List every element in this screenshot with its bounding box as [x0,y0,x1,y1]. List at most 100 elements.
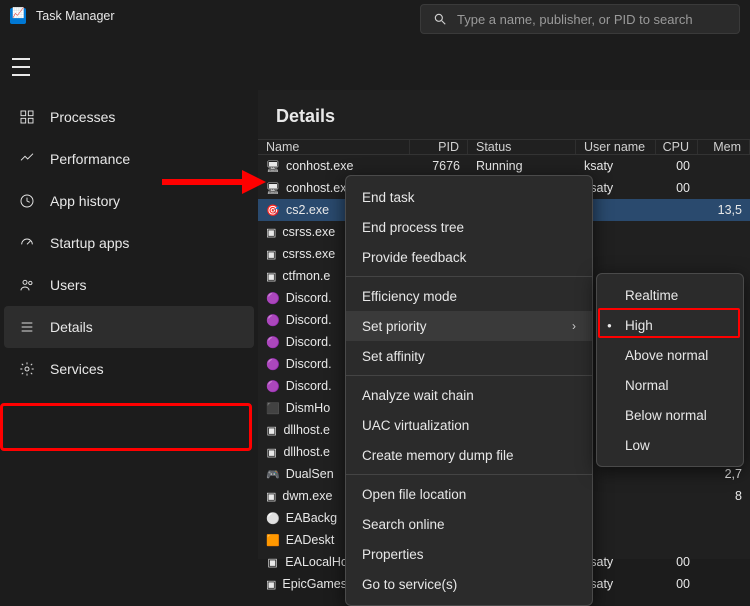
cell-name: conhost.exe [286,181,353,195]
search-placeholder: Type a name, publisher, or PID to search [457,12,693,27]
context-menu-item[interactable]: Set affinity [346,341,592,371]
context-menu[interactable]: End task End process tree Provide feedback… [345,175,593,606]
cell-mem [698,551,750,573]
menu-toggle-icon[interactable] [12,58,34,76]
sidebar-item-details[interactable]: Details [4,306,254,348]
col-pid[interactable]: PID [410,140,468,154]
cell-mem [590,221,750,243]
cell-mem: 13,5 [590,199,750,221]
sidebar: Processes Performance App history Startu… [0,90,258,559]
process-icon: 🖥 [266,181,280,195]
sidebar-item-performance[interactable]: Performance [4,138,254,180]
cell-name: cs2.exe [286,203,329,217]
table-row[interactable]: 🖥conhost.exe7676Runningksaty00 [258,155,750,177]
history-icon [18,192,36,210]
priority-submenu[interactable]: RealtimeHighAbove normalNormalBelow norm… [596,273,744,467]
process-icon: 🖥 [266,159,280,173]
sidebar-item-label: Services [50,361,104,377]
process-icon: ▣ [266,225,276,239]
context-menu-item[interactable]: Properties [346,539,592,569]
context-menu-item[interactable]: End task [346,182,592,212]
process-icon: ▣ [266,269,276,283]
cell-mem: 8 [590,485,750,507]
sidebar-item-startup-apps[interactable]: Startup apps [4,222,254,264]
process-icon: 🎯 [266,203,280,217]
submenu-item[interactable]: Normal [597,370,743,400]
search-icon [433,12,447,26]
cell-user: ksaty [576,155,656,177]
cell-name: Discord. [286,357,332,371]
search-input[interactable]: Type a name, publisher, or PID to search [420,4,740,34]
cell-cpu: 00 [656,573,698,595]
sidebar-item-label: Users [50,277,87,293]
cell-cpu: 00 [656,177,698,199]
context-menu-item[interactable]: Analyze wait chain [346,380,592,410]
sidebar-item-app-history[interactable]: App history [4,180,254,222]
process-icon: ⬛ [266,401,280,415]
submenu-item[interactable]: High [597,310,743,340]
app-title: Task Manager [36,9,115,23]
submenu-item[interactable]: Low [597,430,743,460]
sidebar-item-users[interactable]: Users [4,264,254,306]
submenu-item[interactable]: Below normal [597,400,743,430]
context-menu-label: Create memory dump file [362,448,514,463]
sidebar-item-processes[interactable]: Processes [4,96,254,138]
cell-name: EADeskt [286,533,335,547]
cell-mem [590,529,750,551]
submenu-item[interactable]: Above normal [597,340,743,370]
cell-mem [698,177,750,199]
sidebar-item-label: App history [50,193,120,209]
cell-name: DualSen [286,467,334,481]
context-menu-label: End process tree [362,220,464,235]
context-menu-item[interactable]: UAC virtualization [346,410,592,440]
context-menu-item[interactable]: Create memory dump file [346,440,592,470]
speed-icon [18,234,36,252]
list-icon [18,318,36,336]
col-name[interactable]: Name [258,140,410,154]
cell-name: Discord. [286,291,332,305]
cell-name: ctfmon.e [282,269,330,283]
cell-mem [698,155,750,177]
col-user[interactable]: User name [576,140,656,154]
context-menu-item[interactable]: End process tree [346,212,592,242]
process-icon: ▣ [266,577,276,591]
menu-separator [346,375,592,376]
cell-cpu: 00 [656,551,698,573]
cell-name: csrss.exe [282,247,335,261]
grid-icon [18,108,36,126]
col-mem[interactable]: Mem [698,140,750,154]
process-icon: 🟣 [266,357,280,371]
context-menu-item[interactable]: Open file location [346,479,592,509]
submenu-item[interactable]: Realtime [597,280,743,310]
process-icon: 🟣 [266,379,280,393]
cell-name: DismHo [286,401,330,415]
col-cpu[interactable]: CPU [656,140,698,154]
cell-name: csrss.exe [282,225,335,239]
context-menu-item[interactable]: Go to service(s) [346,569,592,599]
chevron-right-icon: › [572,319,576,333]
table-header[interactable]: Name PID Status User name CPU Mem [258,139,750,155]
process-icon: ▣ [266,423,277,437]
context-menu-item[interactable]: Set priority› [346,311,592,341]
context-menu-label: Provide feedback [362,250,466,265]
sidebar-item-label: Performance [50,151,130,167]
process-icon: ▣ [266,555,279,569]
context-menu-item[interactable]: Provide feedback [346,242,592,272]
cell-mem [590,243,750,265]
context-menu-item[interactable]: Search online [346,509,592,539]
process-icon: 🟧 [266,533,280,547]
sidebar-item-services[interactable]: Services [4,348,254,390]
app-icon [10,8,26,24]
page-title: Details [258,90,750,139]
context-menu-item[interactable]: Efficiency mode [346,281,592,311]
sidebar-item-label: Startup apps [50,235,129,251]
cell-status: Running [468,155,576,177]
cell-cpu: 00 [656,155,698,177]
cell-name: dllhost.e [283,423,330,437]
context-menu-label: Set affinity [362,349,425,364]
cell-mem [698,573,750,595]
cell-name: Discord. [286,379,332,393]
col-status[interactable]: Status [468,140,576,154]
process-icon: ▣ [266,247,276,261]
process-icon: 🟣 [266,291,280,305]
